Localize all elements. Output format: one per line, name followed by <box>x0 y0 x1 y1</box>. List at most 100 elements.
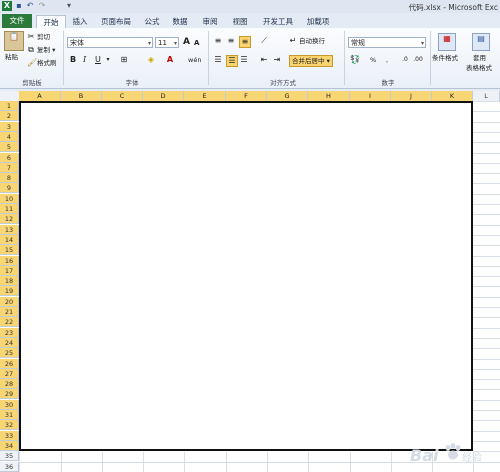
decrease-indent-icon[interactable]: ⇤ <box>259 55 269 65</box>
border-icon[interactable]: ⊞ <box>118 55 130 65</box>
copy-icon[interactable]: ⧉ <box>27 45 35 55</box>
tab-formulas[interactable]: 公式 <box>140 15 164 28</box>
conditional-format-icon[interactable]: ▦ <box>438 33 456 51</box>
redo-icon[interactable]: ↷ <box>37 1 47 11</box>
column-header[interactable]: B <box>61 91 102 101</box>
align-bottom-icon[interactable]: ≡ <box>239 36 251 48</box>
align-right-icon[interactable]: ☰ <box>239 55 249 65</box>
row-header[interactable]: 36 <box>0 461 19 472</box>
fill-color-icon[interactable]: ◈ <box>145 55 157 65</box>
tab-home[interactable]: 开始 <box>36 15 66 29</box>
align-middle-icon[interactable]: ≡ <box>226 36 236 46</box>
cut-button[interactable]: 剪切 <box>37 32 50 42</box>
conditional-format-button[interactable]: 条件格式 <box>432 53 458 63</box>
customize-icon[interactable]: ▾ <box>64 1 74 11</box>
row-header[interactable]: 29 <box>0 389 19 400</box>
paste-icon[interactable]: 📋 <box>4 31 24 51</box>
table-format-button-line1[interactable]: 套用 <box>473 53 486 63</box>
row-header[interactable]: 12 <box>0 214 19 225</box>
column-header[interactable]: A <box>19 91 61 101</box>
row-header[interactable]: 28 <box>0 379 19 390</box>
shrink-font-button[interactable]: A <box>194 38 199 48</box>
tab-view[interactable]: 视图 <box>228 15 252 28</box>
tab-page-layout[interactable]: 页面布局 <box>96 15 136 28</box>
wrap-text-icon[interactable]: ↵ <box>289 36 297 46</box>
row-header[interactable]: 8 <box>0 173 19 184</box>
format-painter-icon[interactable]: 🖌 <box>27 58 37 68</box>
tab-developer[interactable]: 开发工具 <box>258 15 298 28</box>
row-header[interactable]: 31 <box>0 410 19 420</box>
undo-icon[interactable]: ↶ <box>25 1 35 11</box>
row-header[interactable]: 25 <box>0 348 19 359</box>
row-header[interactable]: 19 <box>0 286 19 297</box>
italic-button[interactable]: I <box>83 55 86 65</box>
table-format-button-line2[interactable]: 表格格式 <box>466 63 492 73</box>
column-header[interactable]: D <box>143 91 184 101</box>
select-all-corner[interactable] <box>0 91 20 101</box>
column-header[interactable]: J <box>391 91 432 101</box>
row-header[interactable]: 34 <box>0 440 19 451</box>
row-header[interactable]: 5 <box>0 142 19 153</box>
wrap-text-button[interactable]: 自动换行 <box>299 36 325 46</box>
save-icon[interactable]: ▪ <box>14 1 24 11</box>
row-header[interactable]: 6 <box>0 152 19 163</box>
percent-button[interactable]: % <box>370 55 376 65</box>
selected-range[interactable] <box>19 101 473 451</box>
row-header[interactable]: 27 <box>0 368 19 379</box>
row-header[interactable]: 13 <box>0 224 19 235</box>
row-header[interactable]: 33 <box>0 430 19 441</box>
row-header[interactable]: 35 <box>0 451 19 462</box>
grow-font-button[interactable]: A <box>183 37 190 47</box>
decrease-decimal-icon[interactable]: .00 <box>413 55 423 65</box>
font-name-select[interactable]: 宋体 ▾ <box>67 37 153 48</box>
row-header[interactable]: 30 <box>0 399 19 410</box>
column-header[interactable]: K <box>432 91 473 101</box>
number-format-select[interactable]: 常规 ▾ <box>348 37 426 48</box>
tab-review[interactable]: 审阅 <box>198 15 222 28</box>
column-header[interactable]: G <box>267 91 308 101</box>
chevron-down-icon[interactable]: ▾ <box>104 55 112 65</box>
column-header[interactable]: I <box>350 91 391 101</box>
align-center-icon[interactable]: ☰ <box>226 55 238 67</box>
tab-data[interactable]: 数据 <box>168 15 192 28</box>
column-header[interactable]: H <box>308 91 350 101</box>
comma-button[interactable]: , <box>386 55 388 65</box>
row-header[interactable]: 4 <box>0 131 19 142</box>
orientation-icon[interactable]: ⟋ <box>258 36 270 46</box>
row-header[interactable]: 24 <box>0 337 19 348</box>
column-header[interactable]: F <box>226 91 267 101</box>
row-header[interactable]: 17 <box>0 265 19 276</box>
increase-decimal-icon[interactable]: .0 <box>400 55 410 65</box>
table-format-icon[interactable]: ▤ <box>472 33 490 51</box>
row-header[interactable]: 2 <box>0 111 19 122</box>
row-header[interactable]: 26 <box>0 358 19 369</box>
increase-indent-icon[interactable]: ⇥ <box>272 55 282 65</box>
row-header[interactable]: 11 <box>0 204 19 214</box>
tab-insert[interactable]: 插入 <box>68 15 92 28</box>
row-header[interactable]: 10 <box>0 193 19 204</box>
paste-button[interactable]: 粘贴 <box>5 52 18 62</box>
column-header[interactable]: C <box>102 91 143 101</box>
bold-button[interactable]: B <box>70 55 76 65</box>
row-header[interactable]: 3 <box>0 121 19 132</box>
tab-file[interactable]: 文件 <box>2 14 32 28</box>
row-header[interactable]: 14 <box>0 234 19 245</box>
row-header[interactable]: 18 <box>0 276 19 287</box>
column-header[interactable]: L <box>473 91 500 101</box>
merge-center-button[interactable]: 合并后居中 ▾ <box>289 55 333 67</box>
row-header[interactable]: 15 <box>0 245 19 256</box>
row-header[interactable]: 23 <box>0 327 19 338</box>
row-header[interactable]: 7 <box>0 162 19 173</box>
row-header[interactable]: 21 <box>0 307 19 317</box>
format-painter-button[interactable]: 格式刷 <box>37 58 57 68</box>
align-left-icon[interactable]: ☰ <box>213 55 223 65</box>
excel-logo-icon[interactable]: X <box>2 1 12 11</box>
font-size-select[interactable]: 11 ▾ <box>155 37 179 48</box>
underline-button[interactable]: U <box>95 55 101 65</box>
column-header[interactable]: E <box>184 91 226 101</box>
row-header[interactable]: 32 <box>0 420 19 431</box>
tab-addins[interactable]: 加载项 <box>302 15 334 28</box>
row-header[interactable]: 1 <box>0 101 19 111</box>
row-header[interactable]: 20 <box>0 296 19 307</box>
row-header[interactable]: 9 <box>0 183 19 194</box>
